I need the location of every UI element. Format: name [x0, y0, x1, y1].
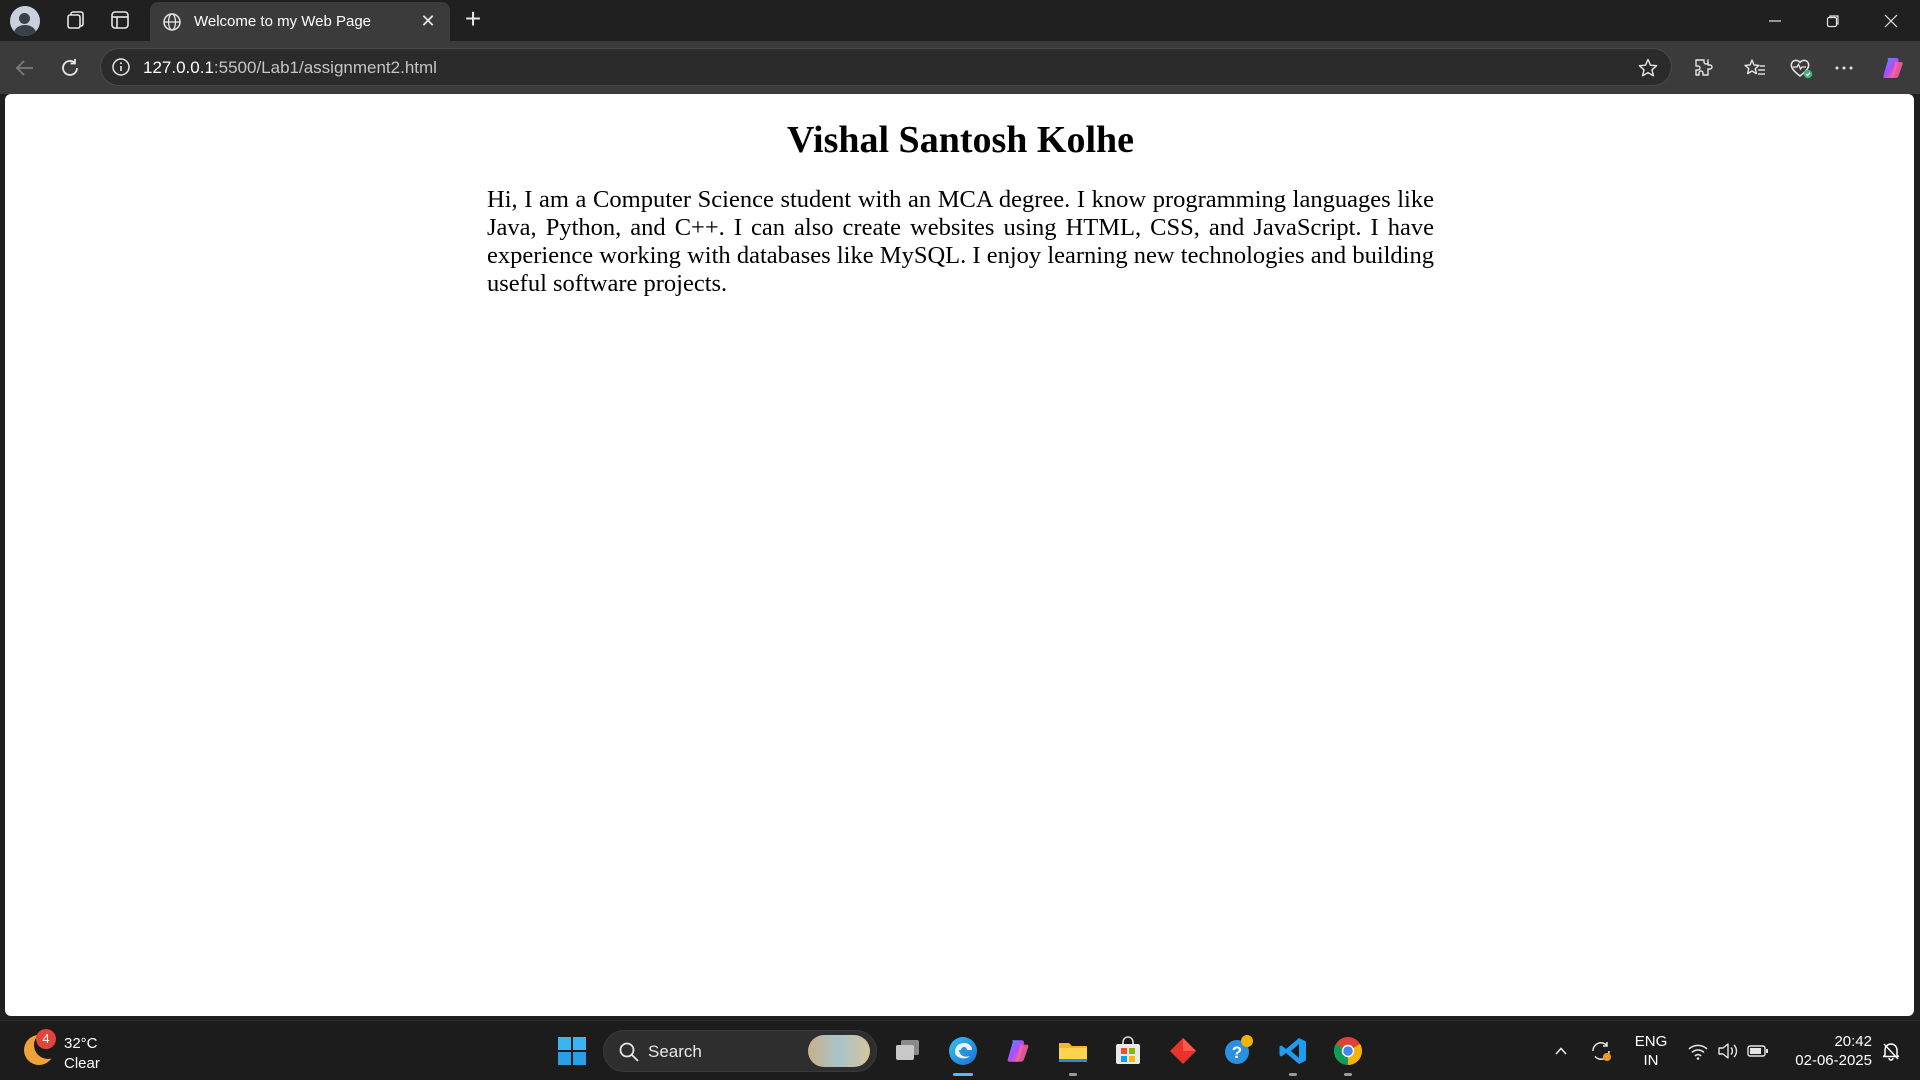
- volume-icon[interactable]: [1714, 1031, 1742, 1071]
- more-icon[interactable]: [1829, 53, 1859, 83]
- sync-icon[interactable]: [1584, 1031, 1618, 1071]
- clock-time: 20:42: [1834, 1033, 1872, 1050]
- vscode-open-indicator: [1289, 1073, 1297, 1076]
- browser-toolbar: 127.0.0.1:5500/Lab1/assignment2.html: [0, 41, 1920, 94]
- address-bar[interactable]: 127.0.0.1:5500/Lab1/assignment2.html: [100, 48, 1672, 86]
- weather-condition: Clear: [64, 1055, 100, 1072]
- clock[interactable]: 20:42 02-06-2025: [1780, 1032, 1872, 1070]
- new-tab-icon[interactable]: +: [458, 5, 488, 35]
- edge-icon[interactable]: [943, 1031, 983, 1071]
- extensions-icon[interactable]: [1689, 53, 1719, 83]
- page-content: Vishal Santosh Kolhe Hi, I am a Computer…: [487, 118, 1434, 298]
- search-highlight-image: [808, 1035, 870, 1067]
- weather-widget[interactable]: 4 32°C Clear: [24, 1029, 144, 1073]
- window-close-icon[interactable]: [1862, 0, 1920, 41]
- url-path: :5500/Lab1/assignment2.html: [213, 58, 437, 77]
- tab-actions-icon[interactable]: [104, 4, 136, 36]
- help-icon[interactable]: ?: [1218, 1031, 1258, 1071]
- wifi-icon[interactable]: [1684, 1031, 1712, 1071]
- browser-tab-bar: Welcome to my Web Page ✕ +: [0, 0, 1920, 41]
- vscode-icon[interactable]: [1273, 1031, 1313, 1071]
- close-icon[interactable]: ✕: [418, 11, 438, 32]
- weather-temperature: 32°C: [64, 1035, 98, 1052]
- workspaces-icon[interactable]: [60, 4, 92, 36]
- edge-active-indicator: [953, 1073, 973, 1076]
- active-tab[interactable]: Welcome to my Web Page ✕: [150, 2, 450, 41]
- chrome-icon[interactable]: [1328, 1031, 1368, 1071]
- favorites-icon[interactable]: [1740, 53, 1770, 83]
- windows-taskbar: 4 32°C Clear Search ? ENG IN 20:42 02-06…: [0, 1020, 1920, 1080]
- favorite-star-icon[interactable]: [1637, 57, 1659, 79]
- copilot-icon[interactable]: [998, 1031, 1038, 1071]
- url-host: 127.0.0.1: [143, 58, 214, 77]
- task-view-icon[interactable]: [888, 1031, 928, 1071]
- language-line2: IN: [1643, 1052, 1659, 1069]
- restore-icon[interactable]: [1804, 0, 1862, 41]
- svg-text:?: ?: [1232, 1043, 1242, 1062]
- page-viewport: Vishal Santosh Kolhe Hi, I am a Computer…: [5, 94, 1914, 1016]
- explorer-open-indicator: [1069, 1073, 1077, 1076]
- search-label: Search: [648, 1042, 702, 1061]
- intro-paragraph: Hi, I am a Computer Science student with…: [487, 186, 1434, 297]
- language-line1: ENG: [1634, 1033, 1668, 1050]
- browser-essentials-icon[interactable]: [1786, 53, 1816, 83]
- taskbar-search-box[interactable]: Search: [603, 1030, 877, 1072]
- chevron-up-icon[interactable]: [1545, 1031, 1577, 1071]
- battery-icon[interactable]: [1744, 1031, 1772, 1071]
- search-icon: [618, 1041, 640, 1063]
- notification-bell-icon[interactable]: [1876, 1031, 1906, 1071]
- windows-start-icon[interactable]: [552, 1031, 592, 1071]
- globe-icon: [162, 12, 182, 32]
- chrome-open-indicator: [1344, 1073, 1352, 1076]
- red-app-icon[interactable]: [1163, 1031, 1203, 1071]
- url-text[interactable]: 127.0.0.1:5500/Lab1/assignment2.html: [143, 58, 437, 78]
- copilot-icon[interactable]: [1878, 53, 1908, 83]
- minimize-icon[interactable]: [1746, 0, 1804, 41]
- clock-date: 02-06-2025: [1795, 1052, 1872, 1069]
- back-icon[interactable]: [8, 51, 42, 85]
- file-explorer-icon[interactable]: [1053, 1031, 1093, 1071]
- language-indicator[interactable]: ENG IN: [1626, 1032, 1676, 1070]
- microsoft-store-icon[interactable]: [1108, 1031, 1148, 1071]
- notification-badge: 4: [36, 1029, 56, 1049]
- info-icon[interactable]: [111, 57, 131, 77]
- profile-avatar[interactable]: [10, 5, 40, 36]
- page-heading: Vishal Santosh Kolhe: [786, 119, 1135, 161]
- refresh-icon[interactable]: [53, 51, 87, 85]
- tab-title: Welcome to my Web Page: [194, 13, 372, 30]
